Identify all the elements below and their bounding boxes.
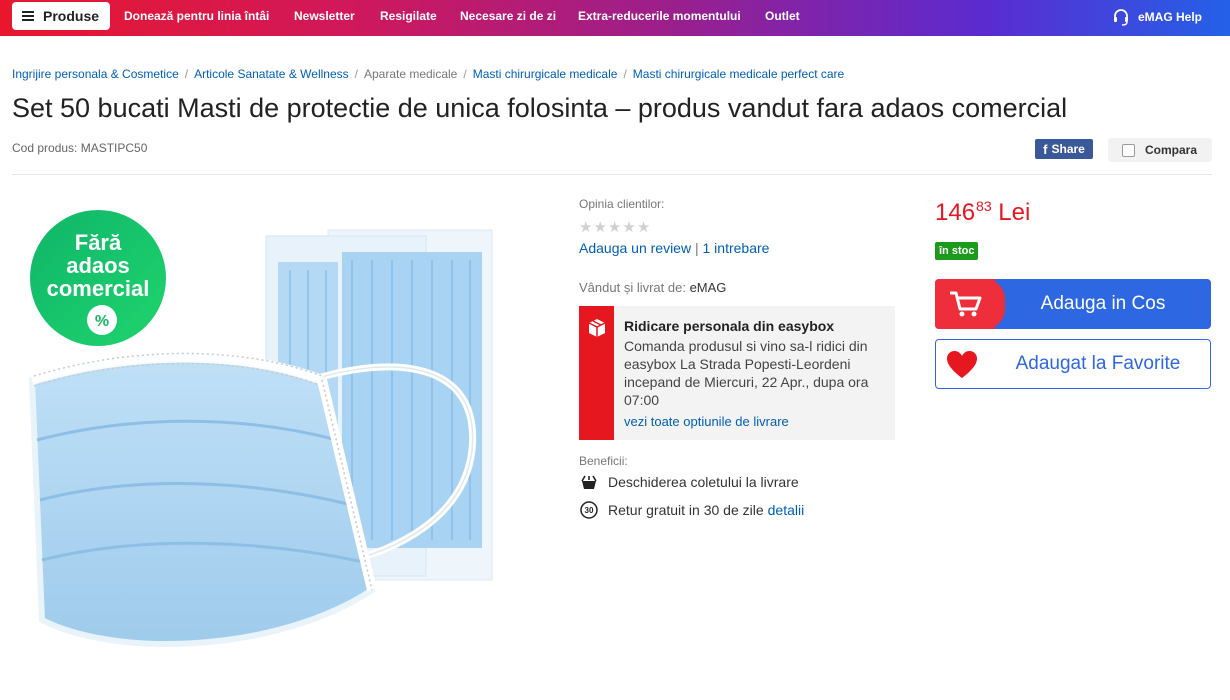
badge-text-line2: adaos — [66, 253, 130, 278]
seller-info: Vândut și livrat de: eMAG — [579, 280, 726, 295]
package-icon — [588, 319, 605, 337]
nav-link-daily-needs[interactable]: Necesare zi de zi — [460, 9, 556, 23]
badge-percent-symbol: % — [95, 313, 109, 330]
heart-icon — [947, 351, 977, 378]
page-title: Set 50 bucati Masti de protectie de unic… — [12, 93, 1068, 123]
review-links: Adauga un review | 1 intrebare — [579, 240, 769, 256]
nav-link-donate[interactable]: Donează pentru linia întâi — [124, 9, 269, 23]
products-menu-button[interactable]: Produse — [12, 2, 110, 30]
compare-toggle[interactable]: Compara — [1108, 138, 1212, 162]
face-mask-illustration: Fără adaos comercial % — [28, 210, 493, 647]
star-icon: ★ — [622, 219, 636, 236]
review-divider: | — [694, 240, 699, 256]
price-decimals: 83 — [976, 198, 992, 214]
add-to-cart-button[interactable]: Adauga in Cos — [935, 279, 1211, 329]
delivery-options-link[interactable]: vezi toate optiunile de livrare — [624, 414, 789, 429]
product-code: Cod produs: MASTIPC50 — [12, 141, 148, 155]
favorites-label: Adaugat la Favorite — [1015, 353, 1181, 374]
badge-text-line1: Fără — [75, 230, 122, 255]
hamburger-menu-icon — [22, 11, 34, 21]
reviews-label: Opinia clientilor: — [579, 197, 665, 211]
return-details-link[interactable]: detalii — [768, 502, 805, 518]
help-label: eMAG Help — [1137, 10, 1202, 24]
breadcrumb-item[interactable]: Masti chirurgicale medicale perfect care — [633, 67, 844, 81]
easybox-title: Ridicare personala din easybox — [624, 318, 835, 334]
share-label: Share — [1051, 142, 1085, 156]
breadcrumb-item[interactable]: Ingrijire personala & Cosmetice — [12, 67, 179, 81]
breadcrumb-item[interactable]: Masti chirurgicale medicale — [473, 67, 618, 81]
product-image[interactable]: Fără adaos comercial % — [12, 190, 512, 670]
return-30-icon: 30 — [580, 501, 598, 519]
star-icon: ★ — [593, 219, 607, 236]
top-navigation-bar: Produse Donează pentru linia întâi Newsl… — [0, 0, 1230, 36]
seller-label: Vândut și livrat de: — [579, 280, 686, 295]
product-price: 14683 Lei — [935, 198, 1030, 227]
nav-link-newsletter[interactable]: Newsletter — [294, 9, 355, 23]
easybox-description: Comanda produsul si vino sa-l ridici din… — [624, 338, 869, 408]
breadcrumb: Ingrijire personala & Cosmetice / Articole… — [12, 67, 845, 81]
products-menu-label: Produse — [43, 8, 100, 24]
star-icon: ★ — [579, 219, 593, 236]
star-icon: ★ — [607, 219, 622, 236]
shopping-cart-icon — [950, 291, 982, 317]
benefit-open-package: Deschiderea coletului la livrare — [579, 472, 799, 492]
open-box-icon — [581, 475, 597, 489]
add-to-cart-label: Adauga in Cos — [1040, 293, 1166, 314]
nav-link-resigilate[interactable]: Resigilate — [380, 9, 437, 23]
easybox-delivery-panel: Ridicare personala din easybox Comanda p… — [579, 306, 895, 440]
stock-badge: în stoc — [935, 242, 979, 260]
benefits-label: Beneficii: — [579, 454, 628, 468]
nav-link-outlet[interactable]: Outlet — [765, 9, 800, 23]
benefit-text: Deschiderea coletului la livrare — [608, 474, 799, 490]
return-days-icon-text: 30 — [585, 506, 594, 515]
questions-link[interactable]: 1 intrebare — [703, 240, 770, 256]
breadcrumb-item[interactable]: Articole Sanatate & Wellness — [194, 67, 349, 81]
seller-name: eMAG — [689, 280, 727, 295]
benefit-free-return: 30 Retur gratuit in 30 de zile detalii — [579, 500, 804, 520]
divider — [12, 174, 1212, 175]
star-icon: ★ — [636, 219, 651, 236]
headset-icon — [1113, 9, 1128, 26]
nav-link-extra-discounts[interactable]: Extra-reducerile momentului — [578, 9, 741, 23]
facebook-share-button[interactable]: f Share — [1035, 139, 1093, 159]
breadcrumb-item: Aparate medicale — [363, 67, 458, 81]
add-review-link[interactable]: Adauga un review — [579, 240, 691, 256]
benefit-text: Retur gratuit in 30 de zile — [608, 502, 764, 518]
help-link[interactable]: eMAG Help — [1112, 8, 1202, 26]
badge-text-line3: comercial — [47, 276, 150, 301]
compare-checkbox[interactable] — [1122, 143, 1135, 157]
add-to-favorites-button[interactable]: Adaugat la Favorite — [935, 339, 1211, 389]
compare-label: Compara — [1145, 143, 1198, 157]
price-integer: 146 — [935, 199, 976, 226]
facebook-icon: f — [1043, 141, 1048, 157]
rating-stars: ★ ★ ★ ★ ★ — [579, 220, 650, 235]
price-currency: Lei — [998, 199, 1031, 226]
